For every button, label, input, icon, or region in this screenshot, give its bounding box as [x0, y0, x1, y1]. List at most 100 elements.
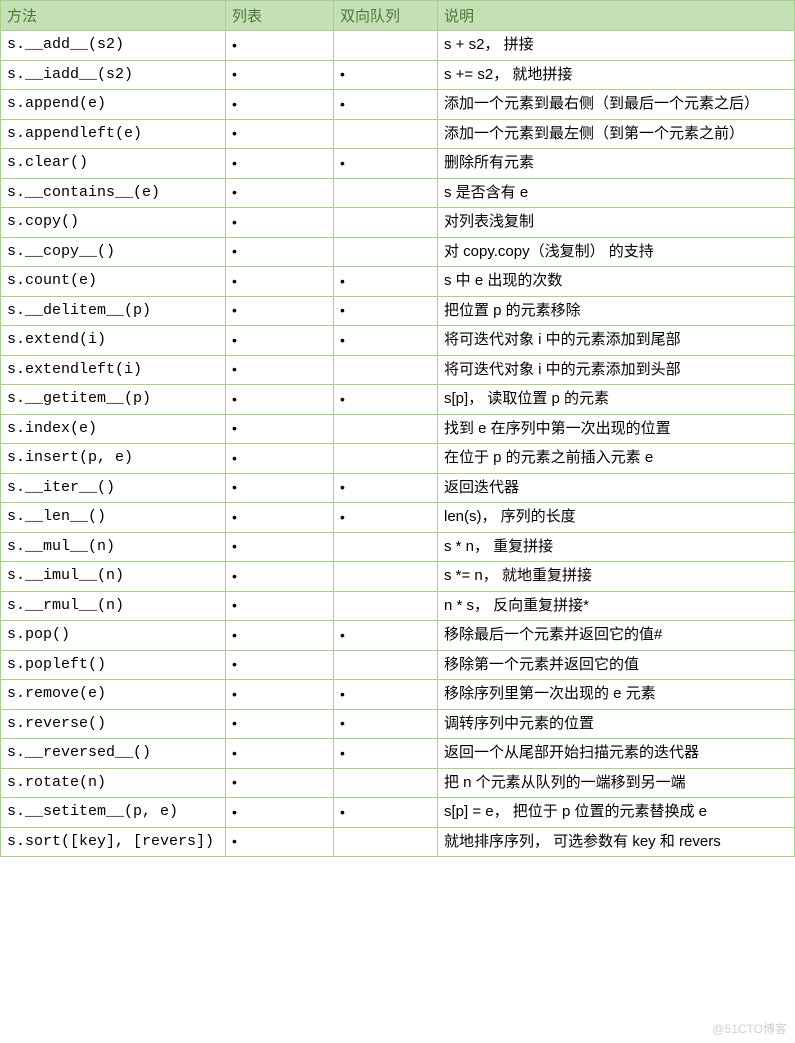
list-support-cell: •	[226, 444, 334, 474]
description-cell: len(s)， 序列的长度	[438, 503, 795, 533]
list-support-cell: •	[226, 414, 334, 444]
method-cell: s.extend(i)	[1, 326, 226, 356]
deque-support-cell	[334, 31, 438, 61]
list-support-cell: •	[226, 237, 334, 267]
table-body: s.__add__(s2)•s + s2， 拼接s.__iadd__(s2)••…	[1, 31, 795, 857]
description-cell: n * s， 反向重复拼接*	[438, 591, 795, 621]
list-support-cell: •	[226, 680, 334, 710]
table-row: s.__contains__(e)•s 是否含有 e	[1, 178, 795, 208]
method-cell: s.reverse()	[1, 709, 226, 739]
list-support-cell: •	[226, 591, 334, 621]
description-cell: 将可迭代对象 i 中的元素添加到头部	[438, 355, 795, 385]
list-support-cell: •	[226, 798, 334, 828]
list-support-cell: •	[226, 739, 334, 769]
method-cell: s.clear()	[1, 149, 226, 179]
deque-support-cell	[334, 768, 438, 798]
list-support-cell: •	[226, 355, 334, 385]
deque-support-cell: •	[334, 267, 438, 297]
method-cell: s.popleft()	[1, 650, 226, 680]
table-row: s.__len__()••len(s)， 序列的长度	[1, 503, 795, 533]
deque-support-cell	[334, 591, 438, 621]
method-cell: s.pop()	[1, 621, 226, 651]
deque-support-cell	[334, 178, 438, 208]
description-cell: 将可迭代对象 i 中的元素添加到尾部	[438, 326, 795, 356]
deque-support-cell	[334, 414, 438, 444]
description-cell: 调转序列中元素的位置	[438, 709, 795, 739]
method-cell: s.__imul__(n)	[1, 562, 226, 592]
methods-table: 方法 列表 双向队列 说明 s.__add__(s2)•s + s2， 拼接s.…	[0, 0, 795, 857]
description-cell: 返回迭代器	[438, 473, 795, 503]
table-row: s.__setitem__(p, e)••s[p] = e， 把位于 p 位置的…	[1, 798, 795, 828]
description-cell: 对 copy.copy（浅复制） 的支持	[438, 237, 795, 267]
description-cell: 移除序列里第一次出现的 e 元素	[438, 680, 795, 710]
method-cell: s.insert(p, e)	[1, 444, 226, 474]
deque-support-cell	[334, 650, 438, 680]
description-cell: 就地排序序列， 可选参数有 key 和 revers	[438, 827, 795, 857]
table-row: s.extendleft(i)•将可迭代对象 i 中的元素添加到头部	[1, 355, 795, 385]
description-cell: s[p]， 读取位置 p 的元素	[438, 385, 795, 415]
method-cell: s.__setitem__(p, e)	[1, 798, 226, 828]
description-cell: 添加一个元素到最右侧（到最后一个元素之后）	[438, 90, 795, 120]
description-cell: s * n， 重复拼接	[438, 532, 795, 562]
method-cell: s.__add__(s2)	[1, 31, 226, 61]
method-cell: s.append(e)	[1, 90, 226, 120]
header-desc: 说明	[438, 1, 795, 31]
method-cell: s.__len__()	[1, 503, 226, 533]
description-cell: s 是否含有 e	[438, 178, 795, 208]
list-support-cell: •	[226, 621, 334, 651]
table-row: s.__iadd__(s2)••s += s2， 就地拼接	[1, 60, 795, 90]
list-support-cell: •	[226, 90, 334, 120]
method-cell: s.appendleft(e)	[1, 119, 226, 149]
list-support-cell: •	[226, 473, 334, 503]
description-cell: s 中 e 出现的次数	[438, 267, 795, 297]
table-row: s.appendleft(e)•添加一个元素到最左侧（到第一个元素之前）	[1, 119, 795, 149]
method-cell: s.index(e)	[1, 414, 226, 444]
method-cell: s.__mul__(n)	[1, 532, 226, 562]
description-cell: 找到 e 在序列中第一次出现的位置	[438, 414, 795, 444]
deque-support-cell: •	[334, 680, 438, 710]
method-cell: s.__delitem__(p)	[1, 296, 226, 326]
list-support-cell: •	[226, 178, 334, 208]
table-row: s.__rmul__(n)•n * s， 反向重复拼接*	[1, 591, 795, 621]
method-cell: s.__iter__()	[1, 473, 226, 503]
deque-support-cell	[334, 444, 438, 474]
deque-support-cell: •	[334, 149, 438, 179]
table-row: s.remove(e)••移除序列里第一次出现的 e 元素	[1, 680, 795, 710]
list-support-cell: •	[226, 768, 334, 798]
method-cell: s.count(e)	[1, 267, 226, 297]
list-support-cell: •	[226, 208, 334, 238]
table-row: s.__iter__()••返回迭代器	[1, 473, 795, 503]
deque-support-cell: •	[334, 385, 438, 415]
list-support-cell: •	[226, 503, 334, 533]
list-support-cell: •	[226, 709, 334, 739]
deque-support-cell: •	[334, 739, 438, 769]
method-cell: s.__copy__()	[1, 237, 226, 267]
watermark: @51CTO博客	[712, 1020, 787, 1037]
description-cell: 在位于 p 的元素之前插入元素 e	[438, 444, 795, 474]
description-cell: 移除最后一个元素并返回它的值#	[438, 621, 795, 651]
description-cell: 添加一个元素到最左侧（到第一个元素之前）	[438, 119, 795, 149]
description-cell: s + s2， 拼接	[438, 31, 795, 61]
table-row: s.__reversed__()••返回一个从尾部开始扫描元素的迭代器	[1, 739, 795, 769]
method-cell: s.copy()	[1, 208, 226, 238]
deque-support-cell	[334, 237, 438, 267]
deque-support-cell	[334, 119, 438, 149]
deque-support-cell: •	[334, 60, 438, 90]
list-support-cell: •	[226, 296, 334, 326]
description-cell: 删除所有元素	[438, 149, 795, 179]
table-row: s.copy()•对列表浅复制	[1, 208, 795, 238]
table-row: s.index(e)• 找到 e 在序列中第一次出现的位置	[1, 414, 795, 444]
list-support-cell: •	[226, 326, 334, 356]
table-row: s.__getitem__(p)••s[p]， 读取位置 p 的元素	[1, 385, 795, 415]
table-row: s.sort([key], [revers])•就地排序序列， 可选参数有 ke…	[1, 827, 795, 857]
list-support-cell: •	[226, 532, 334, 562]
method-cell: s.__reversed__()	[1, 739, 226, 769]
method-cell: s.__iadd__(s2)	[1, 60, 226, 90]
table-row: s.pop()••移除最后一个元素并返回它的值#	[1, 621, 795, 651]
list-support-cell: •	[226, 385, 334, 415]
table-row: s.clear()••删除所有元素	[1, 149, 795, 179]
list-support-cell: •	[226, 31, 334, 61]
list-support-cell: •	[226, 827, 334, 857]
list-support-cell: •	[226, 149, 334, 179]
table-row: s.__add__(s2)• s + s2， 拼接	[1, 31, 795, 61]
